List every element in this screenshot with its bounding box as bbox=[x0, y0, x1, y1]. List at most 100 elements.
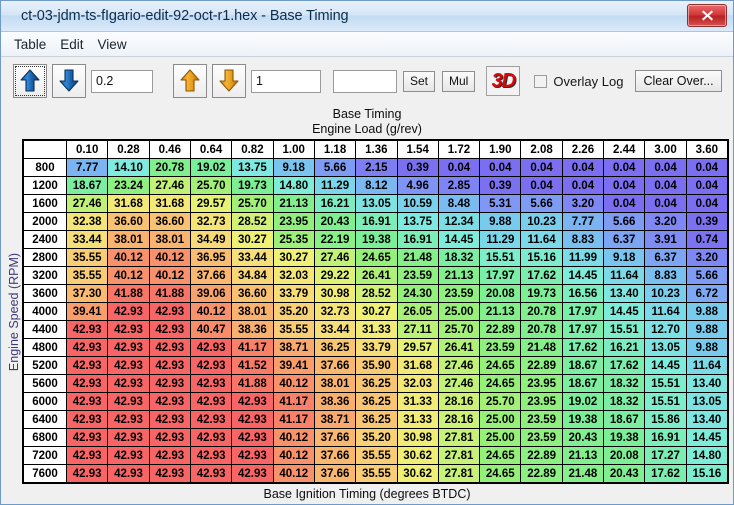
table-cell[interactable]: 30.27 bbox=[356, 303, 397, 320]
table-cell[interactable]: 42.93 bbox=[108, 411, 149, 428]
table-cell[interactable]: 26.05 bbox=[397, 303, 438, 320]
column-header[interactable]: 0.28 bbox=[108, 141, 149, 158]
column-header[interactable]: 1.72 bbox=[438, 141, 480, 158]
table-cell[interactable]: 33.44 bbox=[67, 231, 108, 248]
table-cell[interactable]: 36.60 bbox=[108, 213, 149, 230]
table-cell[interactable]: 5.66 bbox=[314, 159, 356, 176]
table-cell[interactable]: 8.12 bbox=[356, 177, 397, 194]
table-cell[interactable]: 13.40 bbox=[686, 375, 727, 392]
table-cell[interactable]: 41.88 bbox=[232, 375, 273, 392]
table-cell[interactable]: 19.38 bbox=[562, 411, 604, 428]
table-cell[interactable]: 42.93 bbox=[232, 411, 273, 428]
table-cell[interactable]: 38.01 bbox=[108, 231, 149, 248]
row-header[interactable]: 2800 bbox=[24, 249, 66, 266]
table-cell[interactable]: 40.12 bbox=[149, 249, 190, 266]
table-cell[interactable]: 14.80 bbox=[273, 177, 314, 194]
table-cell[interactable]: 5.66 bbox=[521, 195, 562, 212]
overlay-log-checkbox[interactable] bbox=[534, 74, 548, 88]
row-header[interactable]: 1600 bbox=[24, 195, 66, 212]
table-cell[interactable]: 40.12 bbox=[149, 267, 190, 284]
table-cell[interactable]: 19.73 bbox=[232, 177, 273, 194]
table-cell[interactable]: 41.88 bbox=[108, 285, 149, 302]
table-cell[interactable]: 27.81 bbox=[438, 465, 480, 482]
table-cell[interactable]: 35.90 bbox=[356, 357, 397, 374]
table-cell[interactable]: 30.62 bbox=[397, 465, 438, 482]
table-cell[interactable]: 20.78 bbox=[521, 303, 562, 320]
table-cell[interactable]: 42.93 bbox=[108, 465, 149, 482]
table-cell[interactable]: 41.88 bbox=[149, 285, 190, 302]
table-cell[interactable]: 42.93 bbox=[190, 411, 232, 428]
row-header[interactable]: 6000 bbox=[24, 393, 66, 410]
column-header[interactable]: 0.82 bbox=[232, 141, 273, 158]
column-header[interactable]: 3.60 bbox=[686, 141, 727, 158]
table-cell[interactable]: 42.93 bbox=[149, 375, 190, 392]
table-cell[interactable]: 16.21 bbox=[604, 339, 645, 356]
table-cell[interactable]: 27.46 bbox=[67, 195, 108, 212]
table-cell[interactable]: 27.46 bbox=[149, 177, 190, 194]
table-cell[interactable]: 40.12 bbox=[273, 429, 314, 446]
table-cell[interactable]: 31.68 bbox=[397, 357, 438, 374]
table-cell[interactable]: 42.93 bbox=[149, 411, 190, 428]
set-button[interactable]: Set bbox=[403, 70, 436, 92]
table-cell[interactable]: 23.59 bbox=[521, 411, 562, 428]
table-cell[interactable]: 29.22 bbox=[314, 267, 356, 284]
table-cell[interactable]: 23.95 bbox=[521, 393, 562, 410]
table-cell[interactable]: 42.93 bbox=[149, 303, 190, 320]
table-cell[interactable]: 16.91 bbox=[645, 429, 686, 446]
table-cell[interactable]: 0.04 bbox=[480, 159, 521, 176]
timing-table[interactable]: 0.10 0.28 0.46 0.64 0.82 1.00 1.18 1.36 1.54 1.72… bbox=[22, 139, 729, 484]
table-cell[interactable]: 14.45 bbox=[438, 231, 480, 248]
table-cell[interactable]: 25.70 bbox=[438, 321, 480, 338]
table-cell[interactable]: 0.04 bbox=[562, 159, 604, 176]
row-header[interactable]: 5200 bbox=[24, 357, 66, 374]
row-header[interactable]: 3200 bbox=[24, 267, 66, 284]
table-cell[interactable]: 20.43 bbox=[562, 429, 604, 446]
table-cell[interactable]: 42.93 bbox=[67, 429, 108, 446]
close-button[interactable] bbox=[687, 4, 727, 27]
clear-overlay-button[interactable]: Clear Over... bbox=[635, 70, 722, 92]
table-cell[interactable]: 38.01 bbox=[149, 231, 190, 248]
table-cell[interactable]: 0.04 bbox=[686, 177, 727, 194]
table-cell[interactable]: 23.59 bbox=[480, 339, 521, 356]
table-cell[interactable]: 33.79 bbox=[273, 285, 314, 302]
table-cell[interactable]: 20.78 bbox=[521, 321, 562, 338]
table-cell[interactable]: 13.05 bbox=[645, 339, 686, 356]
table-cell[interactable]: 9.88 bbox=[480, 213, 521, 230]
table-cell[interactable]: 39.41 bbox=[67, 303, 108, 320]
table-cell[interactable]: 41.17 bbox=[273, 393, 314, 410]
table-cell[interactable]: 25.70 bbox=[232, 195, 273, 212]
table-cell[interactable]: 38.36 bbox=[314, 393, 356, 410]
table-cell[interactable]: 35.20 bbox=[273, 303, 314, 320]
table-cell[interactable]: 9.88 bbox=[686, 321, 727, 338]
table-cell[interactable]: 10.23 bbox=[645, 285, 686, 302]
table-cell[interactable]: 40.12 bbox=[108, 267, 149, 284]
table-cell[interactable]: 17.97 bbox=[562, 303, 604, 320]
table-cell[interactable]: 24.65 bbox=[480, 357, 521, 374]
table-cell[interactable]: 42.93 bbox=[149, 447, 190, 464]
row-header[interactable]: 3600 bbox=[24, 285, 66, 302]
table-cell[interactable]: 42.93 bbox=[108, 375, 149, 392]
table-cell[interactable]: 32.38 bbox=[67, 213, 108, 230]
table-cell[interactable]: 14.45 bbox=[645, 357, 686, 374]
table-cell[interactable]: 16.91 bbox=[397, 231, 438, 248]
table-cell[interactable]: 27.81 bbox=[438, 447, 480, 464]
table-cell[interactable]: 27.46 bbox=[314, 249, 356, 266]
table-cell[interactable]: 27.46 bbox=[438, 357, 480, 374]
row-header[interactable]: 5600 bbox=[24, 375, 66, 392]
table-cell[interactable]: 25.70 bbox=[480, 393, 521, 410]
table-cell[interactable]: 17.97 bbox=[562, 321, 604, 338]
table-cell[interactable]: 42.93 bbox=[149, 321, 190, 338]
table-cell[interactable]: 35.55 bbox=[356, 465, 397, 482]
table-cell[interactable]: 42.93 bbox=[190, 375, 232, 392]
table-cell[interactable]: 5.31 bbox=[480, 195, 521, 212]
table-cell[interactable]: 18.67 bbox=[562, 357, 604, 374]
table-cell[interactable]: 42.93 bbox=[190, 357, 232, 374]
table-cell[interactable]: 0.39 bbox=[686, 213, 727, 230]
table-cell[interactable]: 11.64 bbox=[686, 357, 727, 374]
column-header[interactable]: 2.44 bbox=[604, 141, 645, 158]
column-header[interactable]: 2.08 bbox=[521, 141, 562, 158]
table-cell[interactable]: 28.16 bbox=[438, 393, 480, 410]
table-cell[interactable]: 32.03 bbox=[397, 375, 438, 392]
table-cell[interactable]: 11.99 bbox=[562, 249, 604, 266]
table-cell[interactable]: 42.93 bbox=[232, 393, 273, 410]
